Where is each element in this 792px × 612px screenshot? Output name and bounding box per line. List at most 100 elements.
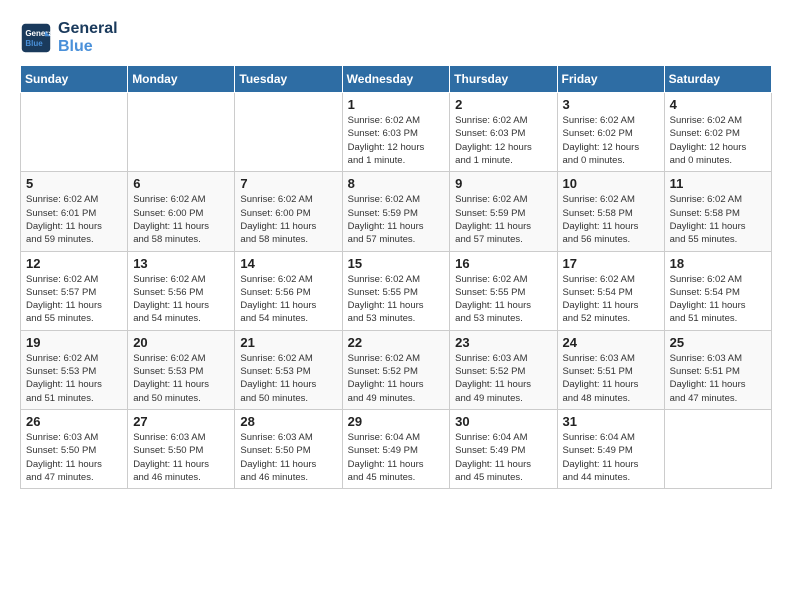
day-number: 28 xyxy=(240,414,336,429)
col-header-tuesday: Tuesday xyxy=(235,66,342,93)
day-info: Sunrise: 6:02 AM Sunset: 5:55 PM Dayligh… xyxy=(348,273,445,326)
day-info: Sunrise: 6:02 AM Sunset: 5:53 PM Dayligh… xyxy=(133,352,229,405)
calendar-cell: 12Sunrise: 6:02 AM Sunset: 5:57 PM Dayli… xyxy=(21,251,128,330)
calendar-cell: 22 Sunrise: 6:02 AM Sunset: 5:52 PM Dayli… xyxy=(342,330,450,409)
calendar-cell: 17 Sunrise: 6:02 AM Sunset: 5:54 PM Dayli… xyxy=(557,251,664,330)
calendar-cell: 30 Sunrise: 6:04 AM Sunset: 5:49 PM Dayli… xyxy=(450,409,557,488)
day-info: Sunrise: 6:02 AM Sunset: 5:53 PM Dayligh… xyxy=(240,352,336,405)
day-info: Sunrise: 6:03 AM Sunset: 5:51 PM Dayligh… xyxy=(563,352,659,405)
col-header-wednesday: Wednesday xyxy=(342,66,450,93)
day-number: 6 xyxy=(133,176,229,191)
day-info: Sunrise: 6:02 AM Sunset: 5:59 PM Dayligh… xyxy=(455,193,551,246)
day-info: Sunrise: 6:03 AM Sunset: 5:52 PM Dayligh… xyxy=(455,352,551,405)
col-header-thursday: Thursday xyxy=(450,66,557,93)
col-header-saturday: Saturday xyxy=(664,66,771,93)
calendar-cell: 7 Sunrise: 6:02 AM Sunset: 6:00 PM Daylig… xyxy=(235,172,342,251)
calendar-cell: 27Sunrise: 6:03 AM Sunset: 5:50 PM Dayli… xyxy=(128,409,235,488)
calendar-cell: 16 Sunrise: 6:02 AM Sunset: 5:55 PM Dayli… xyxy=(450,251,557,330)
day-number: 13 xyxy=(133,256,229,271)
day-info: Sunrise: 6:02 AM Sunset: 5:54 PM Dayligh… xyxy=(563,273,659,326)
day-info: Sunrise: 6:02 AM Sunset: 5:57 PM Dayligh… xyxy=(26,273,122,326)
day-number: 10 xyxy=(563,176,659,191)
calendar-week-4: 19 Sunrise: 6:02 AM Sunset: 5:53 PM Dayli… xyxy=(21,330,772,409)
day-number: 9 xyxy=(455,176,551,191)
day-number: 8 xyxy=(348,176,445,191)
day-info: Sunrise: 6:02 AM Sunset: 5:52 PM Dayligh… xyxy=(348,352,445,405)
calendar-cell: 25 Sunrise: 6:03 AM Sunset: 5:51 PM Dayli… xyxy=(664,330,771,409)
day-info: Sunrise: 6:03 AM Sunset: 5:50 PM Dayligh… xyxy=(240,431,336,484)
day-number: 23 xyxy=(455,335,551,350)
day-number: 7 xyxy=(240,176,336,191)
calendar-cell: 9 Sunrise: 6:02 AM Sunset: 5:59 PM Daylig… xyxy=(450,172,557,251)
col-header-monday: Monday xyxy=(128,66,235,93)
day-info: Sunrise: 6:02 AM Sunset: 6:00 PM Dayligh… xyxy=(240,193,336,246)
calendar-cell: 5 Sunrise: 6:02 AM Sunset: 6:01 PM Daylig… xyxy=(21,172,128,251)
calendar-cell xyxy=(128,93,235,172)
calendar-week-2: 5 Sunrise: 6:02 AM Sunset: 6:01 PM Daylig… xyxy=(21,172,772,251)
day-info: Sunrise: 6:04 AM Sunset: 5:49 PM Dayligh… xyxy=(455,431,551,484)
day-number: 22 xyxy=(348,335,445,350)
day-number: 1 xyxy=(348,97,445,112)
calendar-cell: 3 Sunrise: 6:02 AM Sunset: 6:02 PM Daylig… xyxy=(557,93,664,172)
calendar-table: SundayMondayTuesdayWednesdayThursdayFrid… xyxy=(20,65,772,489)
calendar-cell xyxy=(664,409,771,488)
calendar-cell: 2 Sunrise: 6:02 AM Sunset: 6:03 PM Daylig… xyxy=(450,93,557,172)
calendar-cell: 14Sunrise: 6:02 AM Sunset: 5:56 PM Dayli… xyxy=(235,251,342,330)
day-number: 19 xyxy=(26,335,122,350)
day-info: Sunrise: 6:02 AM Sunset: 6:02 PM Dayligh… xyxy=(670,114,766,167)
calendar-cell: 20 Sunrise: 6:02 AM Sunset: 5:53 PM Dayli… xyxy=(128,330,235,409)
logo: General Blue General Blue xyxy=(20,20,118,55)
col-header-friday: Friday xyxy=(557,66,664,93)
day-number: 5 xyxy=(26,176,122,191)
day-info: Sunrise: 6:02 AM Sunset: 6:00 PM Dayligh… xyxy=(133,193,229,246)
calendar-cell: 11Sunrise: 6:02 AM Sunset: 5:58 PM Dayli… xyxy=(664,172,771,251)
day-number: 4 xyxy=(670,97,766,112)
day-number: 30 xyxy=(455,414,551,429)
calendar-cell: 18 Sunrise: 6:02 AM Sunset: 5:54 PM Dayli… xyxy=(664,251,771,330)
day-info: Sunrise: 6:02 AM Sunset: 6:01 PM Dayligh… xyxy=(26,193,122,246)
day-number: 20 xyxy=(133,335,229,350)
day-info: Sunrise: 6:03 AM Sunset: 5:51 PM Dayligh… xyxy=(670,352,766,405)
day-info: Sunrise: 6:02 AM Sunset: 5:54 PM Dayligh… xyxy=(670,273,766,326)
day-info: Sunrise: 6:02 AM Sunset: 5:58 PM Dayligh… xyxy=(563,193,659,246)
day-number: 31 xyxy=(563,414,659,429)
calendar-cell: 8 Sunrise: 6:02 AM Sunset: 5:59 PM Daylig… xyxy=(342,172,450,251)
logo-icon: General Blue xyxy=(20,22,52,54)
day-info: Sunrise: 6:02 AM Sunset: 5:55 PM Dayligh… xyxy=(455,273,551,326)
calendar-cell xyxy=(21,93,128,172)
calendar-header-row: SundayMondayTuesdayWednesdayThursdayFrid… xyxy=(21,66,772,93)
day-info: Sunrise: 6:02 AM Sunset: 5:56 PM Dayligh… xyxy=(133,273,229,326)
day-number: 16 xyxy=(455,256,551,271)
calendar-cell: 21 Sunrise: 6:02 AM Sunset: 5:53 PM Dayli… xyxy=(235,330,342,409)
day-info: Sunrise: 6:02 AM Sunset: 6:03 PM Dayligh… xyxy=(348,114,445,167)
calendar-cell: 28 Sunrise: 6:03 AM Sunset: 5:50 PM Dayli… xyxy=(235,409,342,488)
calendar-cell: 24 Sunrise: 6:03 AM Sunset: 5:51 PM Dayli… xyxy=(557,330,664,409)
calendar-cell: 10 Sunrise: 6:02 AM Sunset: 5:58 PM Dayli… xyxy=(557,172,664,251)
calendar-week-5: 26Sunrise: 6:03 AM Sunset: 5:50 PM Dayli… xyxy=(21,409,772,488)
calendar-cell: 26Sunrise: 6:03 AM Sunset: 5:50 PM Dayli… xyxy=(21,409,128,488)
day-number: 17 xyxy=(563,256,659,271)
day-number: 15 xyxy=(348,256,445,271)
day-number: 27 xyxy=(133,414,229,429)
calendar-week-3: 12Sunrise: 6:02 AM Sunset: 5:57 PM Dayli… xyxy=(21,251,772,330)
day-number: 24 xyxy=(563,335,659,350)
svg-text:Blue: Blue xyxy=(25,39,43,48)
day-info: Sunrise: 6:03 AM Sunset: 5:50 PM Dayligh… xyxy=(26,431,122,484)
day-number: 3 xyxy=(563,97,659,112)
day-number: 29 xyxy=(348,414,445,429)
calendar-cell: 4 Sunrise: 6:02 AM Sunset: 6:02 PM Daylig… xyxy=(664,93,771,172)
day-number: 11 xyxy=(670,176,766,191)
logo-blue: Blue xyxy=(58,38,118,56)
calendar-cell: 29Sunrise: 6:04 AM Sunset: 5:49 PM Dayli… xyxy=(342,409,450,488)
calendar-cell: 6 Sunrise: 6:02 AM Sunset: 6:00 PM Daylig… xyxy=(128,172,235,251)
col-header-sunday: Sunday xyxy=(21,66,128,93)
svg-text:General: General xyxy=(25,29,52,38)
day-number: 21 xyxy=(240,335,336,350)
day-info: Sunrise: 6:02 AM Sunset: 6:02 PM Dayligh… xyxy=(563,114,659,167)
day-number: 2 xyxy=(455,97,551,112)
calendar-cell xyxy=(235,93,342,172)
day-number: 18 xyxy=(670,256,766,271)
day-info: Sunrise: 6:02 AM Sunset: 6:03 PM Dayligh… xyxy=(455,114,551,167)
day-info: Sunrise: 6:02 AM Sunset: 5:59 PM Dayligh… xyxy=(348,193,445,246)
day-number: 25 xyxy=(670,335,766,350)
